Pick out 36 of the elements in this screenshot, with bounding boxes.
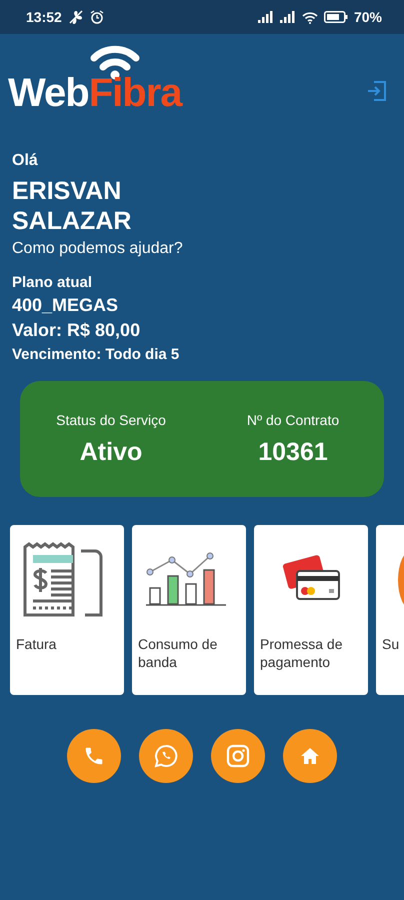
menu-card[interactable]: Su xyxy=(376,525,404,695)
menu-card[interactable]: Consumo de banda xyxy=(132,525,246,695)
subtitle: Como podemos ajudar? xyxy=(12,240,184,258)
plan-label: Plano atual xyxy=(12,274,94,291)
greeting: Olá xyxy=(12,152,39,170)
service-label: Nº do Contrato xyxy=(246,412,340,428)
phone-icon xyxy=(83,745,105,767)
clock: 13:52 xyxy=(26,9,62,25)
menu-card[interactable]: Promessa de pagamento xyxy=(254,525,368,695)
battery-icon xyxy=(324,11,348,23)
service-label: Status do Serviço xyxy=(56,412,166,428)
alarm-icon xyxy=(90,10,104,24)
service-value: Ativo xyxy=(80,438,142,466)
plan-name: 400_MEGAS xyxy=(12,295,120,316)
whatsapp-button[interactable] xyxy=(139,729,193,783)
signal-icon xyxy=(280,11,296,23)
plan-price: Valor: R$ 80,00 xyxy=(12,320,142,341)
fan-off-icon xyxy=(68,10,84,24)
card-label: Promessa de pagamento xyxy=(260,635,344,671)
home-icon xyxy=(300,746,320,766)
wifi-icon xyxy=(302,10,318,24)
camera-icon xyxy=(226,744,250,768)
service-value: 10361 xyxy=(258,438,328,466)
due-date: Vencimento: Todo dia 5 xyxy=(12,346,180,363)
logo: WebFibra xyxy=(8,72,182,114)
menu-card[interactable]: Fatura xyxy=(10,525,124,695)
card-label: Consumo de banda xyxy=(138,635,218,671)
user-name: ERISVAN SALAZAR xyxy=(12,176,132,236)
signal-icon xyxy=(258,11,274,23)
chat-phone-icon xyxy=(153,743,179,769)
home-button[interactable] xyxy=(283,729,337,783)
battery-level: 70% xyxy=(354,9,382,25)
phone-button[interactable] xyxy=(67,729,121,783)
instagram-button[interactable] xyxy=(211,729,265,783)
card-label: Su xyxy=(382,635,400,653)
card-label: Fatura xyxy=(16,635,58,653)
